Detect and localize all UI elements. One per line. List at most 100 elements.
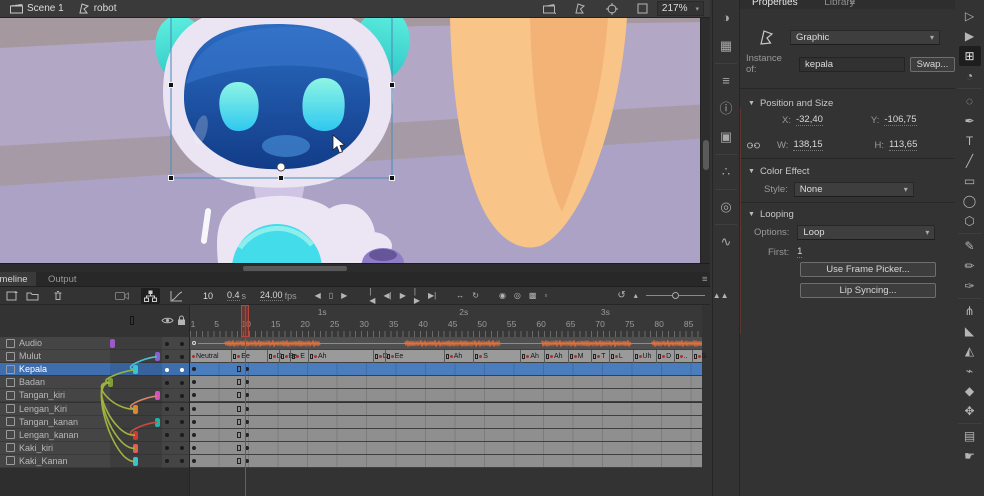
onion-skin-button-1[interactable]: ◎ <box>510 291 525 300</box>
scene-breadcrumb[interactable]: Scene 1 <box>27 3 64 14</box>
phoneme-keyframe-D[interactable]: D <box>656 350 671 363</box>
edit-symbols-icon[interactable] <box>575 3 587 14</box>
onion-skin-button-2[interactable]: ▩ <box>525 291 541 300</box>
align-panel-icon[interactable]: ≡ <box>714 69 738 93</box>
oval-tool[interactable]: ◯ <box>959 191 981 211</box>
phoneme-keyframe-L[interactable]: L <box>609 350 623 363</box>
loop-button-0[interactable]: ↔ <box>452 291 468 300</box>
timeline-zoom-slider[interactable] <box>646 292 705 299</box>
color-panel-icon[interactable]: ◑ <box>714 6 738 30</box>
symbol-type-dropdown[interactable]: Graphic▾ <box>790 30 940 45</box>
phoneme-keyframe-Ah[interactable]: Ah <box>520 350 539 363</box>
transport-button-4[interactable]: ▶| <box>424 291 440 300</box>
collapse-triangle-icon[interactable]: ▼ <box>748 100 755 107</box>
layer-lock-dot[interactable] <box>180 381 184 385</box>
graph-editor-button[interactable] <box>166 290 187 302</box>
phoneme-keyframe-Ah[interactable]: Ah <box>444 350 463 363</box>
delete-layer-button[interactable] <box>49 290 67 301</box>
lasso-tool[interactable]: ◌ <box>959 91 981 111</box>
width-tool[interactable]: ▤ <box>959 426 981 446</box>
frames-row-Lengan_kanan[interactable] <box>190 429 702 442</box>
canvas-vertical-scrollbar[interactable] <box>700 18 710 263</box>
transport-button-3[interactable]: |▶ <box>410 287 424 305</box>
use-frame-picker-button[interactable]: Use Frame Picker... <box>800 262 936 277</box>
y-value[interactable]: -106,75 <box>884 114 916 126</box>
link-dimensions-icon[interactable] <box>747 141 760 150</box>
w-value[interactable]: 138,15 <box>793 139 822 151</box>
selection-tool[interactable]: ▷ <box>959 6 981 26</box>
keyframe-hollow[interactable] <box>192 341 196 345</box>
position-size-header[interactable]: Position and Size <box>760 98 833 109</box>
style-dropdown[interactable]: None▾ <box>794 182 914 197</box>
layer-visibility-dot[interactable] <box>165 342 169 346</box>
layer-visibility-dot[interactable] <box>165 394 169 398</box>
phoneme-keyframe-..[interactable]: .. <box>674 350 688 363</box>
phoneme-keyframe-S[interactable]: S <box>692 350 707 363</box>
bone-tool[interactable]: ⋔ <box>959 301 981 321</box>
keyframe-end-marker[interactable] <box>237 432 241 438</box>
layer-visibility-dot[interactable] <box>165 381 169 385</box>
loop-options-dropdown[interactable]: Loop▾ <box>797 225 935 240</box>
phoneme-keyframe-Ah[interactable]: Ah <box>544 350 563 363</box>
brush-library-icon[interactable]: ∴ <box>714 160 738 184</box>
frames-row-Audio[interactable] <box>190 337 702 350</box>
handle-bottom-right[interactable] <box>390 176 395 181</box>
keyframe-end-marker[interactable] <box>237 406 241 412</box>
ink-bottle-tool[interactable]: ◭ <box>959 341 981 361</box>
hand-tool[interactable]: ☛ <box>959 446 981 466</box>
layer-lock-dot[interactable] <box>180 394 184 398</box>
keyframe-dot[interactable] <box>192 459 196 463</box>
new-layer-button[interactable] <box>2 290 22 301</box>
onion-marker-button-0[interactable]: ◀ <box>311 291 325 300</box>
collapse-triangle-icon[interactable]: ▼ <box>748 211 755 218</box>
keyframe-dot[interactable] <box>192 433 196 437</box>
show-parenting-view-button[interactable] <box>141 288 160 304</box>
phoneme-keyframe-Ah[interactable]: Ah <box>308 350 327 363</box>
keyframe-dot[interactable] <box>192 446 196 450</box>
resize-timeline-view-button[interactable]: ▲▲ <box>709 291 733 300</box>
cc-libraries-icon[interactable]: ◎ <box>714 195 738 219</box>
frames-grid[interactable]: NeutralEeDEeEAhDEeAhSAhAhMTLUhD..S <box>190 337 710 496</box>
keyframe-end-marker[interactable] <box>237 379 241 385</box>
brush-tool[interactable]: ✏ <box>959 256 981 276</box>
collapse-triangle-icon[interactable]: ▼ <box>748 168 755 175</box>
panel-menu-icon[interactable]: ≡ <box>694 272 710 287</box>
layer-lock-dot[interactable] <box>180 355 184 359</box>
h-value[interactable]: 113,65 <box>889 139 917 151</box>
frames-row-Kepala[interactable] <box>190 363 702 376</box>
tab-properties[interactable]: Properties <box>752 0 798 8</box>
add-camera-button[interactable] <box>111 291 133 301</box>
phoneme-keyframe-Ee[interactable]: Ee <box>231 350 250 363</box>
keyframe-end-marker[interactable] <box>237 419 241 425</box>
frames-row-Tangan_kanan[interactable] <box>190 416 702 429</box>
keyframe-end-marker[interactable] <box>237 458 241 464</box>
new-folder-button[interactable] <box>22 291 43 301</box>
phoneme-keyframe-Ee[interactable]: Ee <box>385 350 404 363</box>
handle-bottom-center[interactable] <box>279 176 284 181</box>
frames-row-Kaki_Kanan[interactable] <box>190 455 702 468</box>
onion-skin-button-0[interactable]: ◉ <box>495 291 510 300</box>
transport-button-0[interactable]: |◀ <box>365 287 379 305</box>
lock-column-icon[interactable] <box>177 315 186 326</box>
layer-visibility-dot[interactable] <box>165 407 169 411</box>
eraser-tool[interactable]: ◆ <box>959 381 981 401</box>
phoneme-keyframe-Neutral[interactable]: Neutral <box>190 350 219 363</box>
info-panel-icon[interactable]: ⓘ <box>714 97 738 121</box>
tab-timeline[interactable]: Timeline <box>0 272 36 287</box>
lip-syncing-button[interactable]: Lip Syncing... <box>800 283 936 298</box>
phoneme-keyframe-E[interactable]: E <box>290 350 305 363</box>
frames-row-Lengan_Kiri[interactable] <box>190 403 702 416</box>
polystar-tool[interactable]: ⬡ <box>959 211 981 231</box>
zoom-level-select[interactable]: 217% ▾ <box>657 1 704 16</box>
swatches-panel-icon[interactable]: ▦ <box>714 34 738 58</box>
transport-button-2[interactable]: ▶ <box>396 291 410 300</box>
edit-scene-icon[interactable] <box>543 3 556 14</box>
transport-button-1[interactable]: ◀| <box>379 291 395 300</box>
scroll-thumb[interactable] <box>703 140 709 170</box>
loop-button-1[interactable]: ↻ <box>468 291 483 300</box>
scroll-thumb[interactable] <box>243 266 347 271</box>
layer-visibility-dot[interactable] <box>165 368 169 372</box>
transform-point[interactable] <box>277 163 285 171</box>
first-value[interactable]: 1 <box>797 246 802 258</box>
handle-right[interactable] <box>390 83 395 88</box>
